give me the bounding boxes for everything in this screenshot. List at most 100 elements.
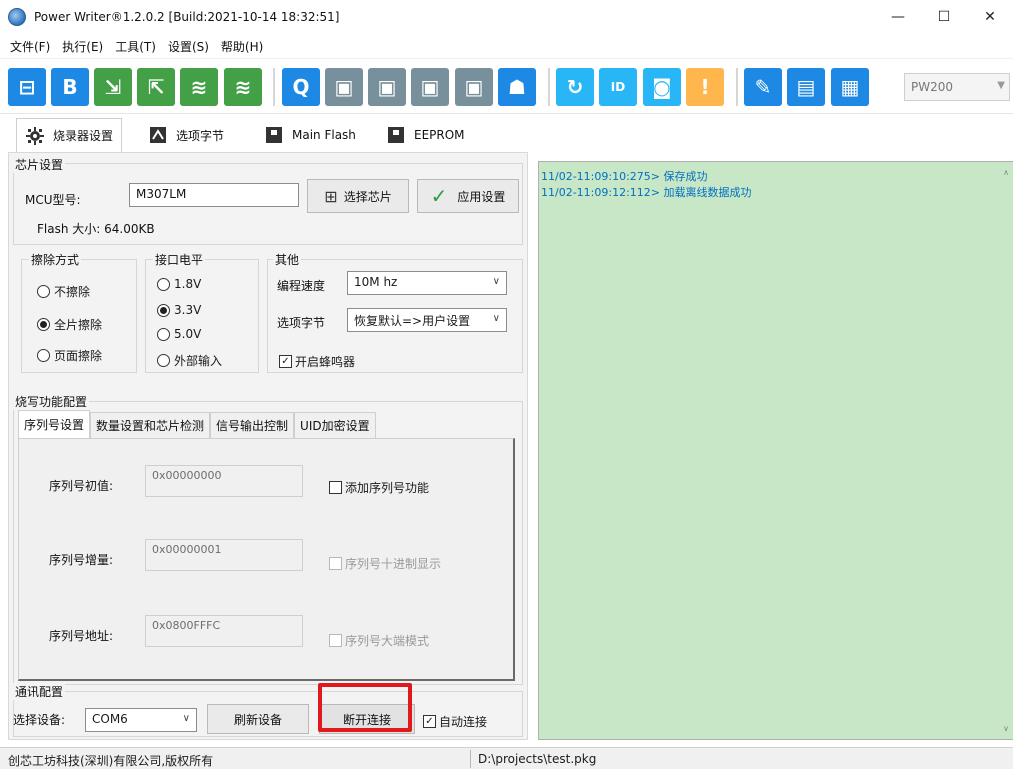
tab-label: Main Flash	[292, 128, 356, 142]
chevron-down-icon: ▼	[997, 80, 1005, 91]
mcu-model-field[interactable]: M307LM	[129, 183, 299, 207]
script-icon: ▤	[796, 75, 816, 99]
tab-uid-encryption[interactable]: UID加密设置	[294, 412, 376, 438]
menu-bar: 文件(F) 执行(E) 工具(T) 设置(S) 帮助(H)	[0, 34, 1013, 58]
close-button[interactable]: ✕	[967, 0, 1013, 34]
import-icon: ⇲	[104, 75, 122, 99]
highlight-annotation	[318, 683, 412, 732]
other-title: 其他	[273, 251, 302, 268]
radio-dot	[157, 277, 170, 291]
offline-save-button[interactable]: ≋	[224, 68, 262, 106]
scroll-down-icon[interactable]: ∨	[1003, 724, 1009, 733]
add-serial-checkbox[interactable]: 添加序列号功能	[329, 479, 429, 496]
robot-icon: ☗	[508, 75, 526, 99]
erase-button[interactable]: ▣	[325, 68, 363, 106]
menu-file[interactable]: 文件(F)	[4, 38, 56, 55]
refresh-device-button[interactable]: 刷新设备	[207, 704, 309, 734]
serial-address-label: 序列号地址:	[49, 629, 114, 643]
buzzer-checkbox[interactable]: ✓ 开启蜂鸣器	[279, 353, 355, 370]
optbyte-select[interactable]: 恢复默认=>用户设置 ∨	[347, 308, 507, 332]
device-label: 选择设备:	[13, 713, 66, 727]
checkbox-tick-icon: ✓	[279, 355, 292, 368]
search-button[interactable]: Q	[282, 68, 320, 106]
radio-dot	[157, 327, 170, 341]
erase-option-none[interactable]: 不擦除	[37, 283, 90, 300]
verify-button[interactable]: ▣	[455, 68, 493, 106]
menu-execute[interactable]: 执行(E)	[56, 38, 109, 55]
offline-load-icon: ≋	[190, 75, 208, 99]
id-icon: ID	[610, 80, 626, 94]
import-button[interactable]: ⇲	[94, 68, 132, 106]
serial-step-field[interactable]: 0x00000001	[145, 539, 303, 571]
tab-signal-output[interactable]: 信号输出控制	[210, 412, 295, 438]
flash-size: Flash 大小: 64.00KB	[37, 222, 155, 236]
voltage-option-5v0[interactable]: 5.0V	[157, 327, 201, 341]
erase-icon: ▣	[334, 75, 354, 99]
scroll-up-icon[interactable]: ∧	[1003, 168, 1009, 177]
voltage-option-1v8[interactable]: 1.8V	[157, 277, 201, 291]
copyright-text: 创芯工坊科技(深圳)有限公司,版权所有	[8, 754, 214, 768]
read-icon: ▣	[377, 75, 397, 99]
export-button[interactable]: ⇱	[137, 68, 175, 106]
maximize-button[interactable]: ☐	[921, 0, 967, 34]
open-project-button[interactable]: ⊟	[8, 68, 46, 106]
tab-eeprom[interactable]: EEPROM	[378, 118, 473, 152]
voltage-option-3v3[interactable]: 3.3V	[157, 303, 201, 317]
tab-programmer-settings[interactable]: 烧录器设置	[16, 118, 123, 152]
serial-step-label: 序列号增量:	[49, 553, 114, 567]
search-icon: Q	[292, 75, 310, 99]
warning-button[interactable]: !	[686, 68, 724, 106]
minimize-button[interactable]: —	[875, 0, 921, 34]
layout-button[interactable]: ▦	[831, 68, 869, 106]
read-button[interactable]: ▣	[368, 68, 406, 106]
tab-count-chip-check[interactable]: 数量设置和芯片检测	[90, 412, 211, 438]
menu-tools[interactable]: 工具(T)	[109, 38, 162, 55]
script-button[interactable]: ▤	[787, 68, 825, 106]
eeprom-icon	[386, 125, 406, 145]
speed-label: 编程速度	[277, 279, 326, 293]
reset-icon: ↻	[566, 75, 584, 99]
comm-config-title: 通讯配置	[13, 683, 66, 700]
stop-icon: ◙	[652, 75, 672, 99]
erase-option-full[interactable]: 全片擦除	[37, 316, 102, 333]
voltage-option-external[interactable]: 外部输入	[157, 352, 222, 369]
window-controls: — ☐ ✕	[875, 0, 1013, 34]
serial-bigendian-checkbox[interactable]: 序列号大端模式	[329, 632, 429, 649]
select-chip-label: 选择芯片	[343, 189, 392, 204]
device-model-select[interactable]: PW200 ▼	[904, 73, 1010, 101]
serial-decimal-checkbox[interactable]: 序列号十进制显示	[329, 555, 441, 572]
write-icon: ▣	[420, 75, 440, 99]
apply-settings-button[interactable]: ✓ 应用设置	[417, 179, 519, 213]
radio-dot	[157, 354, 170, 367]
radio-dot	[37, 318, 50, 331]
log-panel[interactable]: 11/02-11:09:10:275> 保存成功 11/02-11:09:12:…	[538, 161, 1013, 740]
serial-address-field[interactable]: 0x0800FFFC	[145, 615, 303, 647]
tab-label: 烧录器设置	[53, 129, 114, 143]
port-select[interactable]: COM6 ∨	[85, 708, 197, 732]
radio-dot	[37, 285, 50, 298]
stop-button[interactable]: ◙	[643, 68, 681, 106]
select-chip-button[interactable]: ⊞ 选择芯片	[307, 179, 409, 213]
erase-option-page[interactable]: 页面擦除	[37, 347, 102, 364]
speed-select[interactable]: 10M hz ∨	[347, 271, 507, 295]
tab-main-flash[interactable]: Main Flash	[256, 118, 364, 152]
device-model-value: PW200	[911, 80, 954, 94]
menu-help[interactable]: 帮助(H)	[215, 38, 269, 55]
apply-settings-label: 应用设置	[457, 189, 506, 204]
app-logo-icon	[8, 8, 26, 26]
status-bar: 创芯工坊科技(深圳)有限公司,版权所有 D:\projects\test.pkg	[0, 747, 1013, 769]
tab-option-bytes[interactable]: 选项字节	[140, 118, 232, 152]
id-button[interactable]: ID	[599, 68, 637, 106]
reset-button[interactable]: ↻	[556, 68, 594, 106]
save-project-button[interactable]: B	[51, 68, 89, 106]
auto-connect-checkbox[interactable]: ✓ 自动连接	[423, 713, 487, 730]
chip-settings-title: 芯片设置	[13, 156, 66, 173]
burn-config-title: 烧写功能配置	[13, 393, 90, 410]
menu-settings[interactable]: 设置(S)	[162, 38, 215, 55]
offline-load-button[interactable]: ≋	[180, 68, 218, 106]
write-button[interactable]: ▣	[411, 68, 449, 106]
robot-button[interactable]: ☗	[498, 68, 536, 106]
serial-initial-field[interactable]: 0x00000000	[145, 465, 303, 497]
plugin-button[interactable]: ✎	[744, 68, 782, 106]
tab-serial-settings[interactable]: 序列号设置	[18, 410, 91, 438]
